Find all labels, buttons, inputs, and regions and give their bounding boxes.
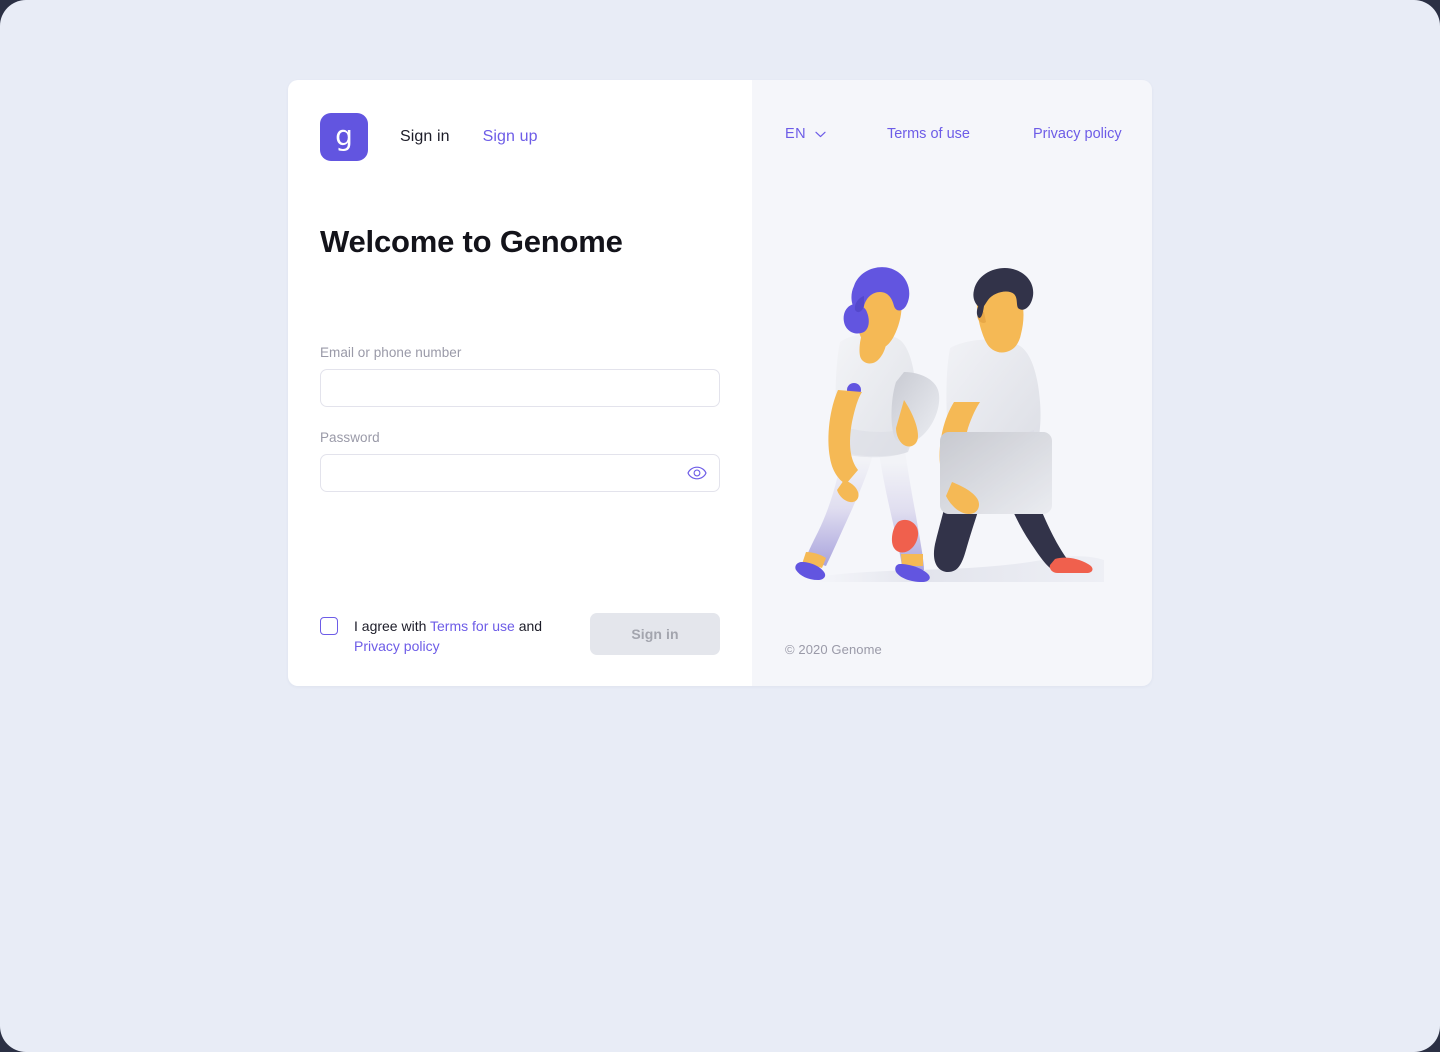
brand-and-nav-row: g Sign in Sign up: [320, 113, 538, 161]
sign-in-form: Email or phone number Password: [320, 345, 720, 492]
copyright-text: © 2020 Genome: [785, 642, 882, 657]
terms-for-use-link[interactable]: Terms for use: [430, 618, 515, 634]
auth-card: g Sign in Sign up Welcome to Genome Emai…: [288, 80, 1152, 686]
password-input[interactable]: [321, 455, 719, 491]
email-field[interactable]: [320, 369, 720, 407]
field-spacer: [320, 407, 720, 430]
agreement-block: I agree with Terms for use and Privacy p…: [320, 613, 554, 656]
page-root: g Sign in Sign up Welcome to Genome Emai…: [0, 0, 1440, 1052]
page-title: Welcome to Genome: [320, 224, 623, 259]
auth-tabs: Sign in Sign up: [400, 128, 538, 146]
agree-checkbox[interactable]: [320, 617, 338, 635]
email-field-label: Email or phone number: [320, 345, 462, 360]
right-panel-nav: EN Terms of use Privacy policy: [752, 126, 1152, 142]
auth-left-panel: g Sign in Sign up Welcome to Genome Emai…: [288, 80, 752, 686]
logo-glyph: g: [335, 119, 353, 152]
agreement-middle: and: [514, 618, 543, 634]
tab-sign-in[interactable]: Sign in: [400, 128, 450, 146]
email-input[interactable]: [321, 370, 719, 406]
chevron-down-icon: [815, 131, 826, 138]
password-field-group: Password: [320, 430, 720, 492]
terms-of-use-link[interactable]: Terms of use: [887, 126, 970, 142]
tab-sign-up[interactable]: Sign up: [483, 128, 538, 146]
agreement-prefix: I agree with: [354, 618, 431, 634]
privacy-policy-link[interactable]: Privacy policy: [1033, 126, 1122, 142]
password-field-label: Password: [320, 430, 380, 445]
language-selector[interactable]: EN: [785, 126, 826, 142]
genome-logo-icon[interactable]: g: [320, 113, 368, 161]
privacy-policy-link-inline[interactable]: Privacy policy: [354, 638, 440, 654]
eye-icon[interactable]: [686, 462, 708, 484]
agreement-text: I agree with Terms for use and Privacy p…: [354, 616, 554, 656]
auth-right-panel: EN Terms of use Privacy policy © 2020 Ge…: [752, 80, 1152, 686]
agreement-and-submit-row: I agree with Terms for use and Privacy p…: [320, 613, 720, 656]
password-field[interactable]: [320, 454, 720, 492]
email-field-group: Email or phone number: [320, 345, 720, 407]
two-people-walking-with-laptops-illustration: [752, 220, 1152, 640]
language-code: EN: [785, 126, 806, 142]
sign-in-button[interactable]: Sign in: [590, 613, 720, 655]
